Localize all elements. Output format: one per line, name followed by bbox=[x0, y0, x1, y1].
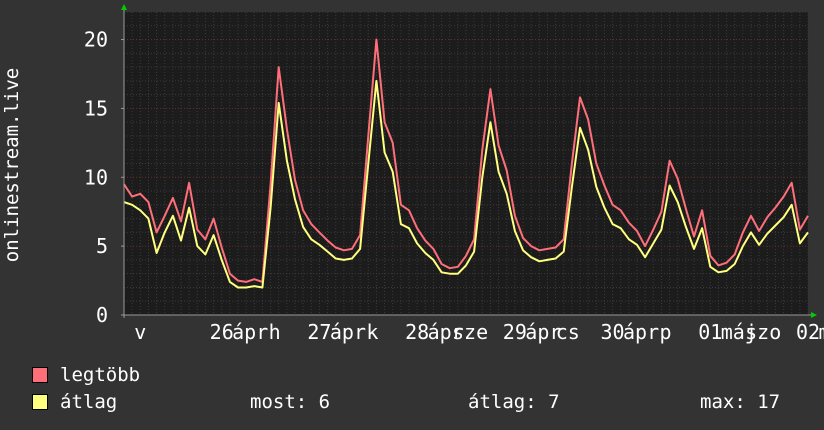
x-tick-label: 28 bbox=[405, 320, 429, 344]
y-tick-label: 5 bbox=[96, 234, 108, 258]
y-tick-label: 10 bbox=[84, 165, 108, 189]
x-tick-label: ápr bbox=[232, 320, 268, 344]
legend-swatch-max bbox=[32, 367, 48, 383]
legend: legtöbb átlag most: 6 átlag: 7 max: 17 bbox=[32, 362, 812, 416]
x-tick-label: ápr bbox=[330, 320, 366, 344]
x-tick-label: 27 bbox=[307, 320, 331, 344]
legend-label-max: legtöbb bbox=[60, 364, 141, 386]
x-tick-label: 30 bbox=[601, 320, 625, 344]
y-axis-arrow bbox=[121, 4, 127, 10]
x-tick-label: 02 bbox=[796, 320, 820, 344]
x-tick-label: h bbox=[269, 320, 281, 344]
x-tick-label: p bbox=[659, 320, 671, 344]
y-axis-label: onlinestream.live bbox=[1, 68, 23, 262]
x-tick-label: 29 bbox=[503, 320, 527, 344]
y-tick-label: 15 bbox=[84, 96, 108, 120]
x-tick-label: v bbox=[134, 320, 146, 344]
legend-row-avg: átlag most: 6 átlag: 7 max: 17 bbox=[32, 389, 812, 416]
x-tick-label: 01 bbox=[698, 320, 722, 344]
stat-now: most: 6 bbox=[250, 391, 331, 413]
stat-average: átlag: 7 bbox=[468, 391, 560, 413]
x-axis-arrow bbox=[811, 312, 817, 318]
y-tick-label: 20 bbox=[84, 28, 108, 52]
x-tick-label: szo bbox=[745, 320, 781, 344]
legend-label-avg: átlag bbox=[60, 391, 118, 413]
x-tick-label: cs bbox=[556, 320, 580, 344]
y-tick-label: 0 bbox=[96, 303, 108, 327]
x-tick-label: sze bbox=[452, 320, 488, 344]
legend-row-max: legtöbb bbox=[32, 362, 812, 389]
legend-swatch-avg bbox=[32, 394, 48, 410]
stat-max: max: 17 bbox=[700, 391, 781, 413]
x-tick-label: 26 bbox=[210, 320, 234, 344]
x-tick-label: ápr bbox=[623, 320, 659, 344]
x-tick-label: k bbox=[366, 320, 378, 344]
x-tick-label: máj bbox=[818, 320, 824, 344]
